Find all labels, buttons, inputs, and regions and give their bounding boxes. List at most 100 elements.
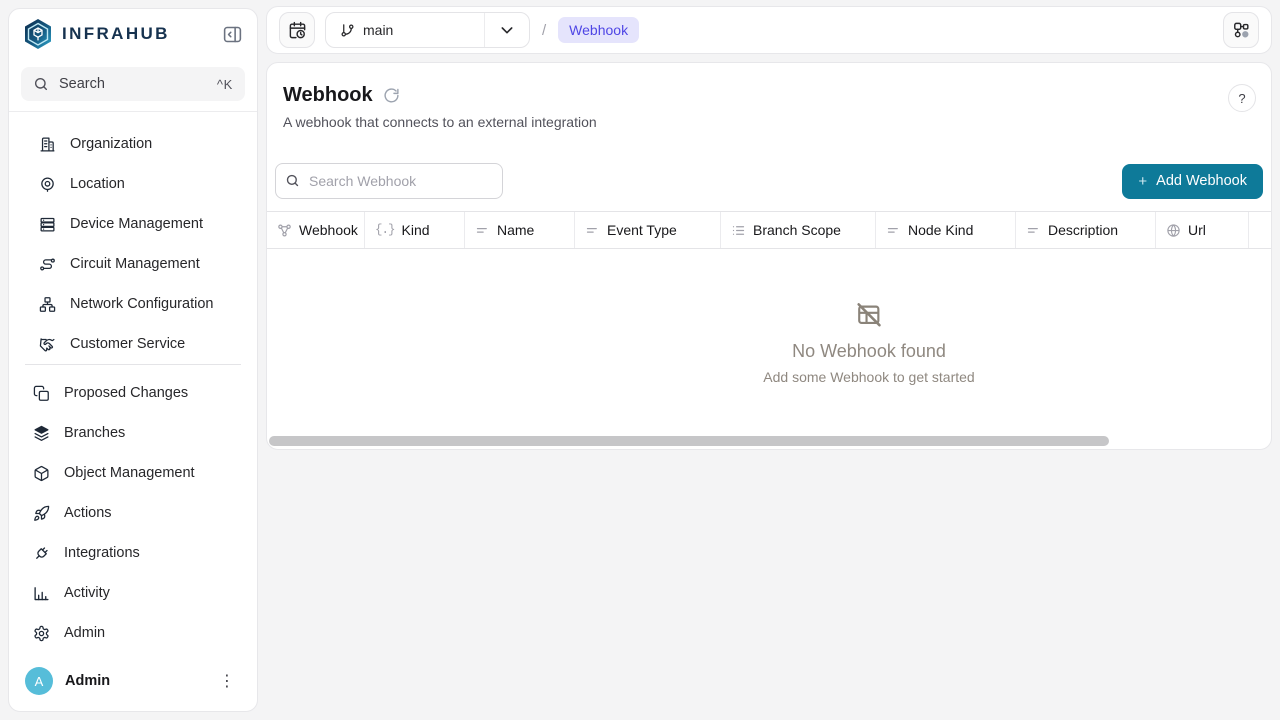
branch-name: main (363, 22, 393, 38)
search-icon (285, 173, 300, 188)
sidebar-item-label: Activity (64, 585, 110, 601)
no-data-icon (763, 301, 974, 328)
empty-state-title: No Webhook found (763, 341, 974, 362)
rocket-icon (33, 505, 50, 522)
sidebar-item-integrations[interactable]: Integrations (17, 533, 249, 573)
git-branch-icon (340, 23, 355, 38)
sidebar-item-admin[interactable]: Admin (17, 613, 249, 653)
cube-icon (33, 465, 50, 482)
plug-icon (33, 545, 50, 562)
column-header-webhook[interactable]: Webhook (267, 212, 365, 248)
column-header-node-kind[interactable]: Node Kind (876, 212, 1016, 248)
location-icon (39, 176, 56, 193)
page-header: Webhook A webhook that connects to an ex… (267, 63, 1271, 131)
sidebar-item-label: Network Configuration (70, 296, 213, 312)
text-icon (475, 223, 490, 238)
empty-state: No Webhook found Add some Webhook to get… (763, 301, 974, 385)
time-travel-button[interactable] (279, 12, 315, 48)
sidebar-search[interactable]: Search ^K (21, 67, 245, 101)
sidebar-item-label: Object Management (64, 465, 195, 481)
add-webhook-button[interactable]: + Add Webhook (1122, 164, 1263, 199)
sidebar-item-label: Location (70, 176, 125, 192)
brand-header: INFRAHUB (9, 9, 257, 59)
sidebar-item-label: Customer Service (70, 336, 185, 352)
topbar: main / Webhook (266, 6, 1272, 54)
text-icon (585, 223, 600, 238)
sidebar-item-object-management[interactable]: Object Management (17, 453, 249, 493)
toolbar: + Add Webhook (267, 163, 1271, 199)
sidebar-item-label: Circuit Management (70, 256, 200, 272)
sidebar-item-proposed-changes[interactable]: Proposed Changes (17, 373, 249, 413)
refresh-icon[interactable] (383, 87, 400, 104)
help-button[interactable]: ? (1228, 84, 1256, 112)
horizontal-scrollbar[interactable] (269, 436, 1109, 446)
sidebar: INFRAHUB Search ^K Organization (8, 8, 258, 712)
network-icon (39, 296, 56, 313)
breadcrumb-webhook[interactable]: Webhook (558, 17, 639, 43)
relationship-icon (277, 223, 292, 238)
page-title: Webhook (283, 84, 373, 107)
webhook-search (275, 163, 503, 199)
sidebar-item-branches[interactable]: Branches (17, 413, 249, 453)
sidebar-item-location[interactable]: Location (17, 164, 249, 204)
sidebar-item-circuit-management[interactable]: Circuit Management (17, 244, 249, 284)
plus-icon: + (1138, 173, 1147, 190)
empty-state-subtitle: Add some Webhook to get started (763, 369, 974, 385)
sidebar-item-customer-service[interactable]: Customer Service (17, 324, 249, 364)
calendar-clock-icon (288, 21, 307, 40)
list-icon (731, 223, 746, 238)
table-header: Webhook {.} Kind Name Event Type (267, 211, 1271, 249)
text-icon (1026, 223, 1041, 238)
kebab-menu-icon[interactable]: ⋮ (213, 671, 241, 691)
sidebar-item-label: Actions (64, 505, 112, 521)
search-input[interactable] (275, 163, 503, 199)
user-menu[interactable]: A Admin ⋮ (9, 653, 257, 711)
search-placeholder: Search (59, 76, 105, 92)
column-header-description[interactable]: Description (1016, 212, 1156, 248)
bar-chart-icon (33, 585, 50, 602)
braces-icon: {.} (375, 223, 395, 237)
breadcrumb-separator: / (542, 22, 546, 39)
webhook-page: Webhook A webhook that connects to an ex… (266, 62, 1272, 450)
sidebar-collapse-icon[interactable] (222, 24, 243, 45)
column-header-empty (1249, 212, 1271, 248)
column-header-url[interactable]: Url (1156, 212, 1249, 248)
text-icon (886, 223, 901, 238)
copy-icon (33, 385, 50, 402)
sidebar-item-label: Branches (64, 425, 125, 441)
add-webhook-label: Add Webhook (1156, 173, 1247, 189)
sidebar-item-label: Organization (70, 136, 152, 152)
brand-name: INFRAHUB (62, 24, 170, 44)
column-header-name[interactable]: Name (465, 212, 575, 248)
branch-dropdown-toggle[interactable] (484, 13, 529, 47)
sidebar-item-activity[interactable]: Activity (17, 573, 249, 613)
route-icon (39, 256, 56, 273)
column-header-kind[interactable]: {.} Kind (365, 212, 465, 248)
sidebar-item-actions[interactable]: Actions (17, 493, 249, 533)
sidebar-item-organization[interactable]: Organization (17, 124, 249, 164)
app-nav: Proposed Changes Branches Object Managem… (9, 365, 257, 653)
chevron-down-icon (499, 22, 515, 38)
gear-icon (33, 625, 50, 642)
page-subtitle: A webhook that connects to an external i… (283, 114, 1255, 131)
layers-icon (33, 425, 50, 442)
branch-current[interactable]: main (326, 22, 484, 38)
schema-icon (1232, 21, 1251, 40)
column-header-branch-scope[interactable]: Branch Scope (721, 212, 876, 248)
branch-selector[interactable]: main (325, 12, 530, 48)
infrahub-logo-icon (23, 18, 53, 50)
sidebar-item-label: Admin (64, 625, 105, 641)
schema-button[interactable] (1223, 12, 1259, 48)
object-nav: Organization Location Device Management (9, 112, 257, 364)
column-header-event-type[interactable]: Event Type (575, 212, 721, 248)
sidebar-item-label: Device Management (70, 216, 203, 232)
server-icon (39, 216, 56, 233)
avatar: A (25, 667, 53, 695)
sidebar-item-network-configuration[interactable]: Network Configuration (17, 284, 249, 324)
search-icon (33, 76, 49, 92)
user-name: Admin (65, 673, 110, 689)
sidebar-item-device-management[interactable]: Device Management (17, 204, 249, 244)
sidebar-item-label: Proposed Changes (64, 385, 188, 401)
globe-icon (1166, 223, 1181, 238)
search-shortcut: ^K (217, 77, 233, 92)
